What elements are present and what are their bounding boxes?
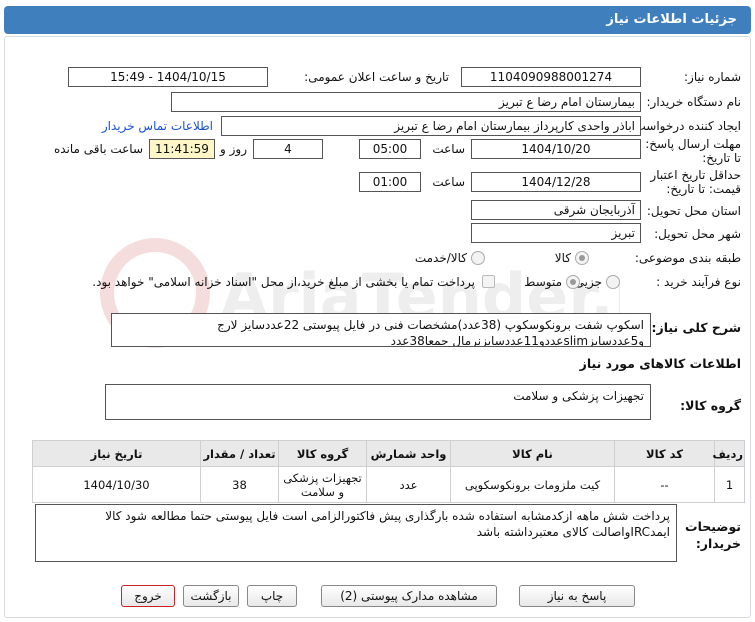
buyer-notes-label: توضیحات خریدار:: [685, 519, 741, 551]
page-title: جزئیات اطلاعات نیاز: [606, 12, 737, 27]
province-label: استان محل تحویل:: [646, 204, 741, 218]
col-header-group: گروه کالا: [278, 440, 367, 467]
col-header-unit: واحد شمارش: [366, 440, 451, 467]
page-header: جزئیات اطلاعات نیاز: [4, 6, 751, 34]
reply-deadline-date: 1404/10/20: [471, 139, 641, 159]
process-medium-label: متوسط: [524, 275, 562, 289]
goods-group-label: گروه کالا:: [680, 398, 741, 413]
cell-name: کیت ملزومات برونکوسکوپی: [450, 466, 615, 503]
price-validity-label: حداقل تاریخ اعتبار قیمت: تا تاریخ:: [650, 168, 741, 196]
buyer-notes-textarea[interactable]: پرداخت شش ماهه ازکدمشابه استفاده شده بار…: [35, 504, 677, 562]
exit-button[interactable]: خروج: [121, 585, 175, 607]
province-field: آذربایجان شرقی: [471, 200, 641, 220]
description-label: شرح کلی نیاز:: [651, 320, 741, 335]
price-validity-date: 1404/12/28: [471, 172, 641, 192]
process-medium-radio[interactable]: [566, 275, 580, 289]
remaining-time-field: 11:41:59: [149, 139, 215, 159]
description-textarea[interactable]: اسکوپ شفت برونکوسکوپ (38عدد)مشخصات فنی د…: [111, 313, 651, 347]
buyer-org-label: نام دستگاه خریدار:: [646, 95, 742, 109]
cell-date: 1404/10/30: [32, 466, 201, 503]
city-label: شهر محل تحویل:: [654, 227, 741, 241]
col-header-name: نام کالا: [450, 440, 615, 467]
col-header-date: تاریخ نیاز: [32, 440, 201, 467]
col-header-code: کد کالا: [614, 440, 715, 467]
announce-datetime-field: 1404/10/15 - 15:49: [68, 67, 268, 87]
category-goods-service-radio[interactable]: [471, 251, 485, 265]
treasury-note: پرداخت تمام یا بخشی از مبلغ خرید،از محل …: [92, 275, 475, 289]
items-table: ردیف کد کالا نام کالا واحد شمارش گروه کا…: [32, 440, 745, 503]
category-goods-radio[interactable]: [575, 251, 589, 265]
requester-label: ایجاد کننده درخواست:: [630, 119, 741, 133]
category-goods-label: کالا: [554, 251, 571, 265]
category-label: طبقه بندی موضوعی:: [634, 251, 741, 265]
price-validity-time: 01:00: [359, 172, 421, 192]
description-line-1: اسکوپ شفت برونکوسکوپ (38عدد)مشخصات فنی د…: [217, 318, 644, 332]
print-button[interactable]: چاپ: [247, 585, 297, 607]
cell-code: --: [614, 466, 715, 503]
need-number-label: شماره نیاز:: [684, 70, 741, 84]
category-goods-service-label: کالا/خدمت: [414, 251, 467, 265]
view-docs-button[interactable]: مشاهده مدارک پیوستی (2): [321, 585, 497, 607]
buyer-contact-link[interactable]: اطلاعات تماس خریدار: [102, 119, 213, 133]
col-header-row: ردیف: [712, 440, 745, 467]
goods-group-value: تجهیزات پزشکی و سلامت: [513, 389, 644, 403]
buyer-notes-line-2: ایمدIRCواصالت کالای معتبرداشته باشد: [476, 525, 670, 539]
cell-group-line-1: تجهیزات پزشکی: [283, 470, 362, 485]
cell-group: تجهیزات پزشکی و سلامت: [278, 466, 367, 503]
process-minor-radio[interactable]: [606, 275, 620, 289]
remaining-days-field: 4: [253, 139, 323, 159]
goods-info-title: اطلاعات کالاهای مورد نیاز: [579, 356, 741, 371]
need-number-field: 1104090988001274: [461, 67, 641, 87]
cell-group-line-2: و سلامت: [300, 484, 345, 499]
table-row: 1 -- کیت ملزومات برونکوسکوپی عدد تجهیزات…: [32, 466, 745, 503]
requester-field: اباذر واحدی کارپرداز بیمارستان امام رضا …: [221, 116, 641, 136]
cell-row: 1: [714, 466, 745, 503]
purchase-process-label: نوع فرآیند خرید :: [656, 275, 741, 289]
buyer-notes-line-1: پرداخت شش ماهه ازکدمشابه استفاده شده بار…: [105, 509, 670, 523]
buyer-org-field: بیمارستان امام رضا ع تبریز: [171, 92, 641, 112]
days-label: روز و: [220, 142, 247, 156]
reply-deadline-label: مهلت ارسال پاسخ: تا تاریخ:: [645, 137, 741, 165]
reply-time-label: ساعت: [432, 142, 465, 156]
goods-group-field: تجهیزات پزشکی و سلامت: [105, 384, 651, 420]
cell-qty: 38: [200, 466, 279, 503]
reply-deadline-time: 05:00: [359, 139, 421, 159]
description-line-2: و5عددسایزslimعددو11عددسایزنرمال جمعا38عد…: [390, 334, 644, 347]
reply-button[interactable]: پاسخ به نیاز: [519, 585, 635, 607]
items-table-header: ردیف کد کالا نام کالا واحد شمارش گروه کا…: [32, 440, 745, 467]
treasury-checkbox[interactable]: [482, 275, 495, 288]
back-button[interactable]: بازگشت: [183, 585, 239, 607]
city-field: تبریز: [471, 223, 641, 243]
remaining-time-label: ساعت باقی مانده: [53, 142, 143, 156]
price-time-label: ساعت: [432, 175, 465, 189]
announce-datetime-label: تاریخ و ساعت اعلان عمومی:: [304, 70, 449, 84]
col-header-qty: تعداد / مقدار: [200, 440, 279, 467]
cell-unit: عدد: [366, 466, 451, 503]
